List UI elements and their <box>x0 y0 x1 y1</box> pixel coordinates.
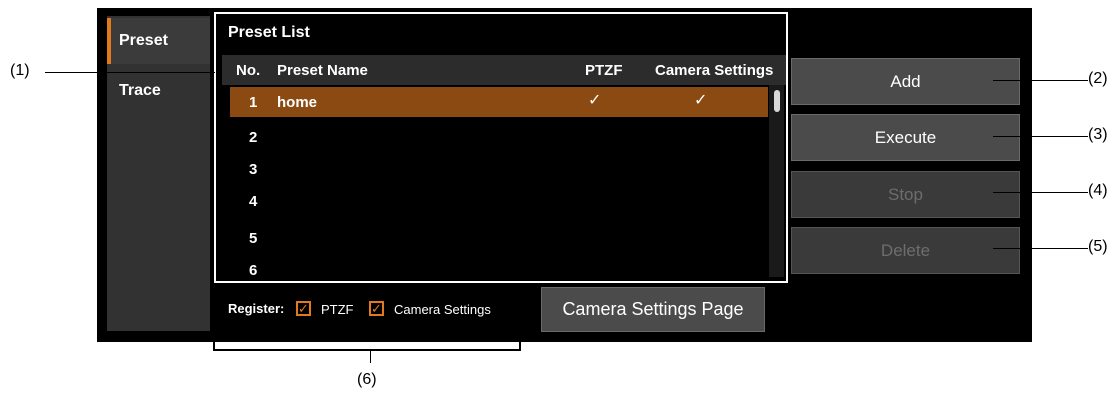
table-row[interactable]: 2 <box>230 122 768 152</box>
bracket-left <box>213 310 215 351</box>
row-preset-name: home <box>277 94 318 111</box>
callout-line-2 <box>993 80 1088 81</box>
add-button[interactable]: Add <box>791 58 1020 105</box>
callout-line-3 <box>993 136 1088 137</box>
register-ptzf-label: PTZF <box>321 302 354 317</box>
row-ptzf-check-icon: ✓ <box>588 92 602 109</box>
stop-button[interactable]: Stop <box>791 171 1020 218</box>
row-camera-check-icon: ✓ <box>694 92 708 109</box>
register-camera-settings-label: Camera Settings <box>394 302 491 317</box>
scrollbar-thumb[interactable] <box>774 90 780 112</box>
register-ptzf-checkbox[interactable]: ✓ <box>296 301 311 316</box>
callout-line-4 <box>993 192 1088 193</box>
column-header-no: No. <box>236 62 261 79</box>
checkbox-check-icon: ✓ <box>371 301 382 316</box>
row-number: 3 <box>249 161 258 178</box>
row-number: 1 <box>249 94 258 111</box>
tab-column: Preset Trace <box>107 16 210 331</box>
column-header-ptzf: PTZF <box>585 62 623 79</box>
callout-3: (3) <box>1088 126 1108 143</box>
table-row[interactable]: 1 home ✓ ✓ <box>230 87 768 117</box>
register-camera-settings-checkbox[interactable]: ✓ <box>369 301 384 316</box>
execute-button[interactable]: Execute <box>791 114 1020 161</box>
preset-list-title: Preset List <box>228 24 310 41</box>
callout-5: (5) <box>1088 238 1108 255</box>
table-row[interactable]: 3 <box>230 154 768 184</box>
row-number: 5 <box>249 230 258 247</box>
table-row[interactable]: 4 <box>230 186 768 216</box>
row-number: 2 <box>249 129 258 146</box>
delete-button[interactable]: Delete <box>791 227 1020 274</box>
tab-trace[interactable]: Trace <box>107 68 210 114</box>
row-number: 4 <box>249 193 258 210</box>
bracket-stem <box>370 351 371 363</box>
callout-2: (2) <box>1088 70 1108 87</box>
column-header-camera-settings: Camera Settings <box>655 62 774 79</box>
column-header-preset-name: Preset Name <box>277 62 368 79</box>
callout-line-1 <box>45 72 215 73</box>
callout-1: (1) <box>10 62 30 79</box>
callout-4: (4) <box>1088 182 1108 199</box>
checkbox-check-icon: ✓ <box>298 301 309 316</box>
register-label: Register: <box>228 301 285 316</box>
bracket-right <box>519 310 521 351</box>
table-row[interactable]: 6 <box>230 255 768 275</box>
row-number: 6 <box>249 262 258 275</box>
table-row[interactable]: 5 <box>230 223 768 253</box>
camera-settings-page-button[interactable]: Camera Settings Page <box>541 287 765 332</box>
list-scrollbar[interactable] <box>769 85 784 277</box>
bracket-bottom <box>213 349 521 351</box>
callout-6: (6) <box>357 371 377 388</box>
callout-line-5 <box>993 248 1088 249</box>
tab-preset[interactable]: Preset <box>107 18 210 64</box>
